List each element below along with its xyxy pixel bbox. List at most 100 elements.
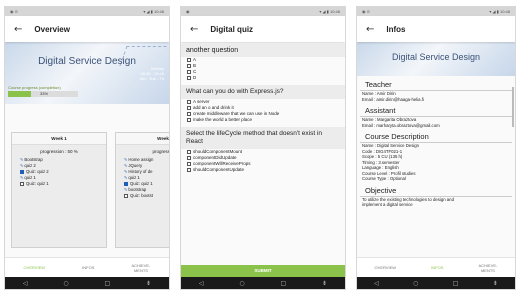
week-card[interactable]: Week progressio ✎Home assign✎JQuery✎Hist… xyxy=(115,132,170,248)
progress-percent: 33% xyxy=(40,91,49,96)
answer-label: shouldComponentUpdate xyxy=(193,167,245,172)
question-heading: What can you do with Express.js? xyxy=(181,85,345,99)
section-heading: Teacher xyxy=(360,76,512,91)
week-item-label: Bootstrap xyxy=(24,157,43,162)
checkbox[interactable] xyxy=(187,105,191,110)
week-title: Week xyxy=(116,133,169,145)
checkbox[interactable] xyxy=(187,167,191,172)
week-item[interactable]: Quiz: quiz 1 xyxy=(12,181,106,187)
checkbox[interactable] xyxy=(187,111,191,116)
checkbox[interactable] xyxy=(187,99,191,104)
back-triangle-icon[interactable]: ◁ xyxy=(199,280,204,287)
weeks-carousel[interactable]: Week 1 progression : 50 % ✎Bootstrap ✎qui… xyxy=(11,122,170,248)
answer-label: B xyxy=(193,63,197,68)
checkbox[interactable] xyxy=(187,155,191,160)
recents-square-icon[interactable]: □ xyxy=(280,280,286,287)
document-icon: ✎ xyxy=(124,187,128,192)
answer-label: add an o and drink it xyxy=(193,105,234,110)
section-heading: Course Description xyxy=(360,128,512,143)
back-arrow-icon[interactable]: ← xyxy=(14,24,22,35)
answer-label: A xyxy=(193,57,197,62)
checkbox[interactable] xyxy=(187,69,191,74)
info-line: implement a digital service xyxy=(362,202,413,207)
menu-icon[interactable]: ⇟ xyxy=(322,280,327,287)
week-item-label: Quiz: quiz 2 xyxy=(26,169,49,174)
question-heading: Select the lifeCycle method that doesn't… xyxy=(181,127,345,149)
document-icon: ✎ xyxy=(124,157,128,162)
answer-label: D xyxy=(193,75,197,80)
progress-label: Course progress (completion) xyxy=(8,85,61,90)
tab-overview[interactable]: OVERVIEW xyxy=(24,265,46,270)
back-arrow-icon[interactable]: ← xyxy=(366,24,374,35)
checkbox[interactable] xyxy=(187,57,191,62)
back-triangle-icon[interactable]: ◁ xyxy=(374,280,379,287)
back-arrow-icon[interactable]: ← xyxy=(190,24,198,35)
week-item[interactable]: Quiz: bootst xyxy=(116,193,169,199)
back-triangle-icon[interactable]: ◁ xyxy=(23,280,28,287)
checkbox[interactable] xyxy=(187,161,191,166)
checkbox[interactable] xyxy=(187,117,191,122)
week-card[interactable]: Week 1 progression : 50 % ✎Bootstrap ✎qui… xyxy=(11,132,107,248)
answer-label: make the world a better place xyxy=(193,117,253,122)
week-item-label: quiz 1 xyxy=(128,175,140,180)
app-bar: ← Infos xyxy=(357,16,515,42)
app-bar: ← Digital quiz xyxy=(181,16,345,42)
question-heading: another question xyxy=(181,44,345,57)
submit-button[interactable]: SUBMIT xyxy=(181,265,345,277)
tab-infos[interactable]: INFOS xyxy=(431,265,443,270)
android-nav-bar: ◁ ○ □ ⇟ xyxy=(5,277,169,289)
answer-option[interactable]: shouldComponentUpdate xyxy=(181,167,345,173)
checkbox-icon[interactable] xyxy=(124,193,128,198)
status-bar: ◉ ⊙ ▾ ◢ ▮ 10:48 xyxy=(5,7,169,16)
section-heading: Assistant xyxy=(360,102,512,117)
scrollbar[interactable] xyxy=(512,87,514,127)
home-circle-icon[interactable]: ○ xyxy=(413,280,418,287)
document-icon: ✎ xyxy=(20,175,24,180)
section-heading: Objective xyxy=(360,182,512,197)
answer-label: componentDidUpdate xyxy=(193,155,237,160)
home-circle-icon[interactable]: ○ xyxy=(63,280,68,287)
checkbox[interactable] xyxy=(187,63,191,68)
week-title: Week 1 xyxy=(12,133,106,145)
schedule-info: Weekly 08:30 - 13:45 Mo - Tue - Th xyxy=(140,66,164,81)
menu-icon[interactable]: ⇟ xyxy=(146,280,151,287)
document-icon: ✎ xyxy=(124,175,128,180)
week-item-label: quiz 2 xyxy=(24,163,36,168)
app-bar: ← Overview xyxy=(5,16,169,42)
home-circle-icon[interactable]: ○ xyxy=(239,280,244,287)
checkbox-icon[interactable] xyxy=(124,181,128,186)
week-item-label: bootstrap xyxy=(128,187,147,192)
answer-label: create middleware that we can use in Nod… xyxy=(193,111,280,116)
quiz-screen: ◉ ▾ ◢ ▮ 10:48 ← Digital quiz another ques… xyxy=(180,6,346,290)
answer-label: shouldComponentMount xyxy=(193,149,243,154)
recents-square-icon[interactable]: □ xyxy=(453,280,459,287)
week-progression: progression : 50 % xyxy=(40,149,78,154)
answer-label: componentWillReceiveProps xyxy=(193,161,251,166)
answer-option[interactable]: make the world a better place xyxy=(181,117,345,123)
answer-option[interactable]: D xyxy=(181,75,345,81)
tab-infos[interactable]: INFOS xyxy=(82,265,94,270)
week-item-label: History of de xyxy=(128,169,153,174)
android-nav-bar: ◁ ○ □ ⇟ xyxy=(357,277,515,289)
document-icon: ✎ xyxy=(20,163,24,168)
banner-title: Digital Service Design xyxy=(391,52,481,62)
menu-icon[interactable]: ⇟ xyxy=(493,280,498,287)
schedule-line: Mo - Tue - Th xyxy=(140,76,164,81)
recents-square-icon[interactable]: □ xyxy=(104,280,110,287)
tab-achievements[interactable]: ACHIEVE- MENTS xyxy=(132,263,151,273)
checkbox[interactable] xyxy=(187,75,191,80)
tab-overview[interactable]: OVERVIEW xyxy=(375,265,397,270)
week-item-label: JQuery xyxy=(128,163,143,168)
document-icon: ✎ xyxy=(124,169,128,174)
week-item-label: Quiz: bootst xyxy=(130,193,153,198)
bottom-tabs: OVERVIEW INFOS ACHIEVE- MENTS xyxy=(357,257,515,277)
document-icon: ✎ xyxy=(124,163,128,168)
page-title: Digital quiz xyxy=(210,24,254,34)
progress-fill xyxy=(8,91,32,97)
checkbox-icon[interactable] xyxy=(20,169,24,174)
checkbox-icon[interactable] xyxy=(20,181,24,186)
checkbox[interactable] xyxy=(187,149,191,154)
tab-achievements[interactable]: ACHIEVE- MENTS xyxy=(479,263,498,273)
status-bar: ◉ ▾ ◢ ▮ 10:48 xyxy=(181,7,345,16)
week-progression: progressio xyxy=(152,149,170,154)
